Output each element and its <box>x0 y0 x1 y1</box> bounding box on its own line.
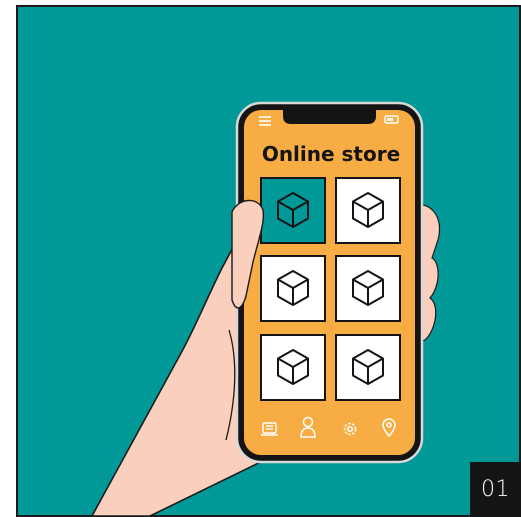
app-title: Online store <box>262 142 400 166</box>
product-tile[interactable] <box>260 255 326 322</box>
illustration: Online store <box>16 5 521 517</box>
product-tile[interactable] <box>335 334 401 401</box>
product-tile[interactable] <box>335 177 401 244</box>
page-number-badge: 01 <box>470 462 521 517</box>
phone-notch <box>283 110 376 124</box>
product-tile[interactable] <box>260 334 326 401</box>
product-tile[interactable] <box>335 255 401 322</box>
product-tile[interactable] <box>260 177 326 244</box>
